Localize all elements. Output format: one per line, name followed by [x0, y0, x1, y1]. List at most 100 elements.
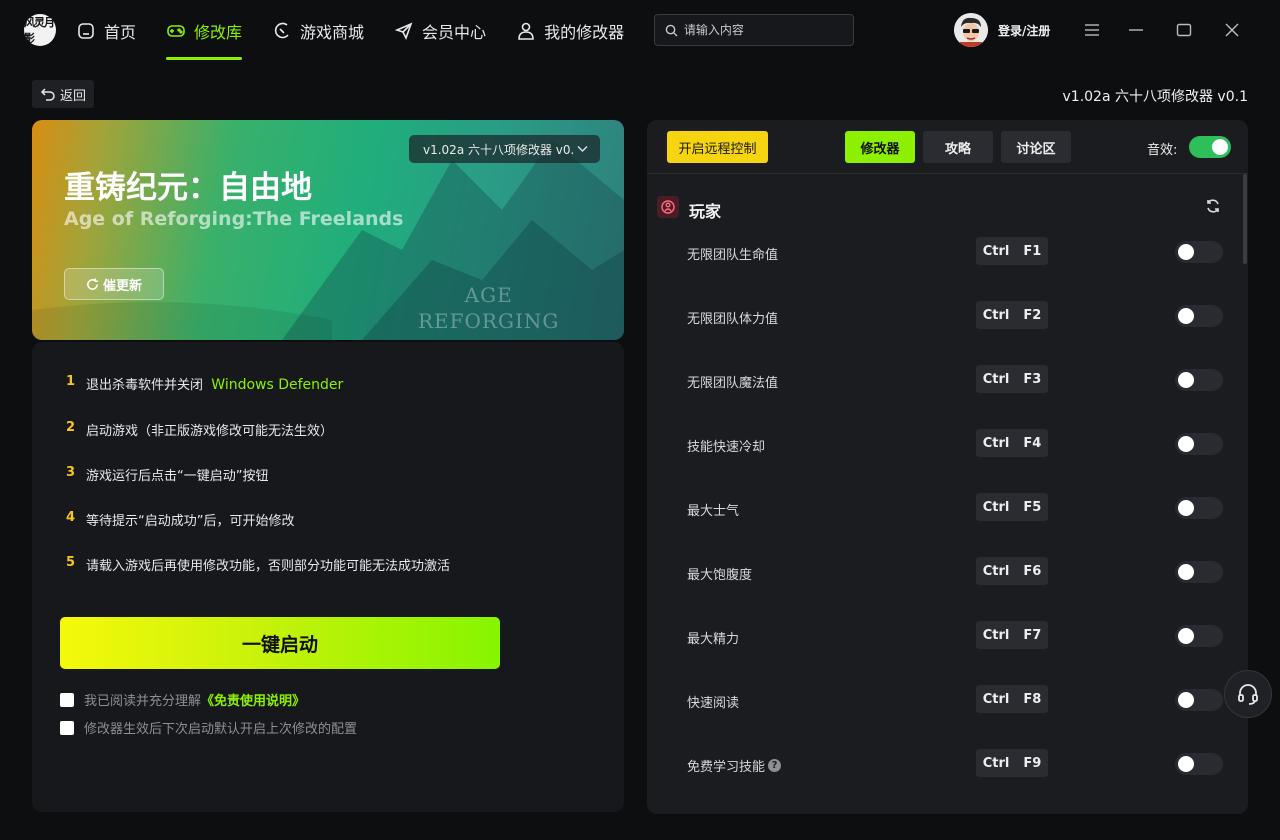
trainer-panel-header: 开启远程控制 修改器 攻略 讨论区 音效: — [647, 120, 1248, 174]
avatar[interactable] — [954, 13, 988, 47]
feature-row: 最大精力 Ctrl F7 — [647, 604, 1243, 668]
disclaimer-link[interactable]: 《免责使用说明》 — [201, 694, 305, 709]
menu-button[interactable] — [1080, 18, 1104, 42]
game-title-cn: 重铸纪元：自由地 — [64, 170, 312, 206]
refresh-icon — [1207, 199, 1219, 213]
tab-trainer[interactable]: 修改器 — [845, 131, 915, 163]
search-input[interactable] — [683, 23, 843, 37]
step-number: 4 — [66, 510, 76, 525]
hotkey-badge[interactable]: Ctrl F4 — [976, 429, 1048, 457]
remember-config-check-row: 修改器生效后下次启动默认开启上次修改的配置 — [60, 718, 357, 737]
feature-name: 快速阅读 — [687, 692, 739, 711]
nav-home-label: 首页 — [104, 23, 137, 42]
version-select-value: v1.02a 六十八项修改器 v0.1 — [423, 142, 573, 157]
hotkey-badge[interactable]: Ctrl F2 — [976, 301, 1048, 329]
home-icon — [78, 23, 94, 39]
feature-name: 最大饱腹度 — [687, 564, 752, 583]
gamepad-icon — [167, 25, 185, 37]
hotkey-modifier: Ctrl — [982, 499, 1010, 515]
feature-toggle[interactable] — [1175, 689, 1223, 711]
help-icon[interactable]: ? — [768, 759, 782, 772]
feature-name: 无限团队体力值 — [687, 308, 778, 327]
feature-name-text: 最大饱腹度 — [687, 568, 753, 583]
tab-discussion[interactable]: 讨论区 — [1001, 131, 1071, 163]
sound-toggle[interactable] — [1189, 136, 1231, 158]
hotkey-modifier: Ctrl — [982, 307, 1010, 323]
hotkey-key: F6 — [1023, 563, 1042, 579]
login-register-link[interactable]: 登录/注册 — [998, 22, 1050, 39]
feature-name-text: 技能快速冷却 — [687, 440, 766, 455]
refresh-button[interactable] — [1205, 198, 1221, 218]
request-update-button[interactable]: 催更新 — [64, 268, 164, 300]
close-button[interactable] — [1220, 18, 1244, 42]
feature-toggle[interactable] — [1175, 497, 1223, 519]
feature-row: 技能快速冷却 Ctrl F4 — [647, 412, 1243, 476]
nav-mod-library[interactable]: 修改库 — [166, 0, 243, 62]
disclaimer-text: 我已阅读并充分理解 — [84, 694, 202, 709]
step-number: 5 — [66, 555, 76, 570]
close-icon — [1225, 23, 1239, 37]
tab-guide[interactable]: 攻略 — [923, 131, 993, 163]
feature-toggle[interactable] — [1175, 753, 1223, 775]
step-5: 5 请载入游戏后再使用修改功能，否则部分功能可能无法成功激活 — [66, 555, 450, 574]
search-icon — [665, 24, 678, 37]
feature-row: 无限团队体力值 Ctrl F2 — [647, 284, 1243, 348]
version-select[interactable]: v1.02a 六十八项修改器 v0.1 — [409, 135, 600, 163]
hotkey-key: F1 — [1023, 243, 1042, 259]
back-label: 返回 — [60, 88, 87, 104]
feature-name: 免费学习技能? — [687, 756, 782, 775]
nav-vip-center[interactable]: 会员中心 — [394, 0, 486, 62]
one-click-launch-button[interactable]: 一键启动 — [60, 617, 500, 669]
feature-toggle[interactable] — [1175, 625, 1223, 647]
hotkey-badge[interactable]: Ctrl F7 — [976, 621, 1048, 649]
logo-line-2: REFORGING — [418, 309, 560, 333]
refresh-icon — [87, 277, 99, 290]
feature-toggle[interactable] — [1175, 369, 1223, 391]
hotkey-badge[interactable]: Ctrl F5 — [976, 493, 1048, 521]
player-section-icon — [657, 196, 679, 218]
feature-toggle[interactable] — [1175, 241, 1223, 263]
hotkey-badge[interactable]: Ctrl F6 — [976, 557, 1048, 585]
feature-toggle[interactable] — [1175, 561, 1223, 583]
hotkey-badge[interactable]: Ctrl F1 — [976, 237, 1048, 265]
hotkey-key: F2 — [1023, 307, 1042, 323]
version-label: v1.02a 六十八项修改器 v0.1 — [1062, 89, 1249, 105]
game-title-en: Age of Reforging:The Freelands — [64, 208, 404, 230]
hotkey-badge[interactable]: Ctrl F9 — [976, 749, 1048, 777]
feature-toggle[interactable] — [1175, 433, 1223, 455]
maximize-button[interactable] — [1172, 18, 1196, 42]
nav-game-store[interactable]: 游戏商城 — [272, 0, 364, 62]
scrollbar[interactable] — [1243, 174, 1247, 264]
feature-name: 技能快速冷却 — [687, 436, 765, 455]
nav-my-trainers[interactable]: 我的修改器 — [516, 0, 624, 62]
step-text: 退出杀毒软件并关闭 — [86, 378, 204, 393]
step-text: 启动游戏（非正版游戏修改可能无法生效） — [86, 424, 334, 439]
back-button[interactable]: 返回 — [32, 80, 95, 108]
chevron-down-icon — [577, 145, 588, 153]
step-2: 2 启动游戏（非正版游戏修改可能无法生效） — [66, 420, 333, 439]
step-number: 3 — [66, 465, 76, 480]
player-icon — [661, 200, 675, 214]
disclaimer-checkbox[interactable] — [60, 692, 74, 707]
minimize-button[interactable] — [1124, 18, 1148, 42]
remote-control-button[interactable]: 开启远程控制 — [667, 131, 768, 163]
hotkey-badge[interactable]: Ctrl F3 — [976, 365, 1048, 393]
feature-row: 免费学习技能? Ctrl F9 — [647, 732, 1243, 796]
feature-row: 无限团队生命值 Ctrl F1 — [647, 220, 1243, 284]
feature-row: 最大士气 Ctrl F5 — [647, 476, 1243, 540]
hotkey-modifier: Ctrl — [982, 243, 1010, 259]
feature-toggle[interactable] — [1175, 305, 1223, 327]
nav-home[interactable]: 首页 — [76, 0, 136, 62]
feature-row: 快速阅读 Ctrl F8 — [647, 668, 1243, 732]
app-logo[interactable]: 风灵月影 — [24, 14, 56, 46]
remember-config-text: 修改器生效后下次启动默认开启上次修改的配置 — [84, 722, 358, 737]
main-nav: 首页 修改库 游戏商城 会员中心 我的修改器 — [76, 0, 654, 62]
customer-support-button[interactable] — [1224, 670, 1272, 718]
feature-name-text: 无限团队体力值 — [687, 312, 779, 327]
remember-config-checkbox[interactable] — [60, 720, 74, 735]
feature-name-text: 最大精力 — [687, 632, 740, 647]
hotkey-badge[interactable]: Ctrl F8 — [976, 685, 1048, 713]
send-icon — [394, 22, 413, 41]
headset-icon — [1238, 684, 1258, 705]
feature-row: 最大饱腹度 Ctrl F6 — [647, 540, 1243, 604]
